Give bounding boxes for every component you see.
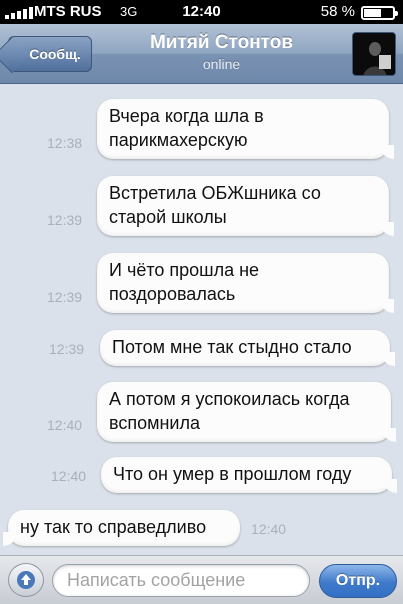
compose-bar: Отпр. xyxy=(0,555,403,604)
outgoing-message-bubble[interactable]: А потом я успокоилась когда вспомнила xyxy=(97,382,396,442)
message-timestamp: 12:39 xyxy=(49,341,85,357)
contact-name: Митяй Стонтов xyxy=(149,32,294,53)
outgoing-message-bubble[interactable]: Что он умер в прошлом году xyxy=(101,457,397,493)
back-button[interactable]: Сообщ. xyxy=(8,36,92,72)
person-photo-icon xyxy=(353,33,395,75)
outgoing-message-bubble[interactable]: Потом мне так стыдно стало xyxy=(100,330,395,366)
outgoing-message-bubble[interactable]: Встретила ОБЖшника со старой школы xyxy=(97,176,394,236)
message-timestamp: 12:39 xyxy=(47,212,83,228)
outgoing-message-bubble[interactable]: Вчера когда шла в парикмахерскую xyxy=(97,99,394,159)
battery-percent: 58 % xyxy=(320,3,355,20)
message-timestamp: 12:39 xyxy=(47,289,83,305)
status-bar: MTS RUS 3G 12:40 58 % xyxy=(0,0,403,24)
avatar[interactable] xyxy=(352,32,396,76)
message-timestamp: 12:38 xyxy=(47,135,83,151)
contact-status: online xyxy=(202,56,241,72)
outgoing-message-bubble[interactable]: И чёто прошла не поздоровалась xyxy=(97,253,394,313)
message-timestamp: 12:40 xyxy=(47,417,83,433)
incoming-message-bubble[interactable]: ну так то справедливо xyxy=(3,510,240,546)
message-input[interactable] xyxy=(52,564,310,597)
message-timestamp: 12:40 xyxy=(51,468,87,484)
arrow-up-icon xyxy=(17,571,35,589)
navigation-bar: Сообщ. Митяй Стонтов online xyxy=(0,24,403,84)
battery-icon xyxy=(361,6,398,20)
message-thread[interactable]: 12:38 Вчера когда шла в парикмахерскую 1… xyxy=(0,85,403,555)
message-timestamp: 12:40 xyxy=(251,521,287,537)
send-button[interactable]: Отпр. xyxy=(319,564,397,598)
attach-button[interactable] xyxy=(8,563,44,597)
